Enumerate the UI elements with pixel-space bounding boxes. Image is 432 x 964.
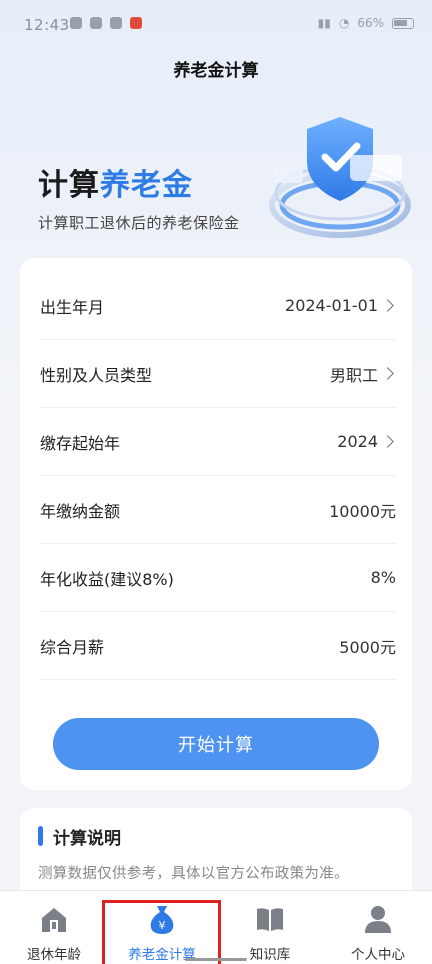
tab-label: 退休年龄 bbox=[27, 947, 81, 963]
status-right: ▮▮ ◔ 66% bbox=[318, 16, 414, 30]
book-icon bbox=[255, 903, 285, 935]
monthly-salary-field[interactable]: 5000元 bbox=[339, 634, 396, 658]
chevron-right-icon bbox=[381, 435, 394, 448]
chevron-right-icon bbox=[381, 367, 394, 380]
hero-title-prefix: 计算 bbox=[38, 168, 100, 203]
row-label: 出生年月 bbox=[40, 297, 105, 317]
section-accent-bar bbox=[38, 826, 43, 846]
start-year-row[interactable]: 缴存起始年 2024 bbox=[40, 408, 396, 476]
sync-icon bbox=[110, 17, 122, 29]
status-time: 12:43 bbox=[24, 16, 70, 34]
row-value: 男职工 bbox=[330, 362, 396, 386]
birth-date-row[interactable]: 出生年月 2024-01-01 bbox=[40, 272, 396, 340]
paw-icon bbox=[70, 17, 82, 29]
tab-label: 知识库 bbox=[249, 947, 291, 963]
pension-form-card: 出生年月 2024-01-01 性别及人员类型 男职工 缴存起始年 2024 年… bbox=[20, 258, 412, 790]
home-indicator bbox=[185, 958, 247, 961]
annual-payment-field[interactable]: 10000元 bbox=[329, 498, 396, 522]
tab-knowledge-base[interactable]: 知识库 bbox=[216, 891, 324, 964]
tab-profile[interactable]: 个人中心 bbox=[324, 891, 432, 964]
notification-icons bbox=[70, 17, 142, 29]
start-year-value: 2024 bbox=[337, 432, 378, 451]
retirement-age-icon bbox=[39, 903, 69, 935]
tab-retirement-age[interactable]: 退休年龄 bbox=[0, 891, 108, 964]
row-label: 综合月薪 bbox=[40, 637, 105, 657]
notes-title: 计算说明 bbox=[53, 829, 121, 849]
chevron-right-icon bbox=[381, 299, 394, 312]
page-title: 养老金计算 bbox=[173, 61, 259, 81]
gender-type-value: 男职工 bbox=[329, 365, 378, 385]
birth-date-value: 2024-01-01 bbox=[285, 296, 378, 315]
row-label: 年缴纳金额 bbox=[40, 501, 121, 521]
gender-type-row[interactable]: 性别及人员类型 男职工 bbox=[40, 340, 396, 408]
start-calculation-button[interactable]: 开始计算 bbox=[53, 718, 379, 770]
row-label: 年化收益(建议8%) bbox=[40, 569, 174, 589]
notes-text: 测算数据仅供参考，具体以官方公布政策为准。 bbox=[38, 866, 349, 882]
person-icon bbox=[363, 903, 393, 935]
signal-icon: ▮▮ bbox=[317, 16, 331, 30]
shield-illustration-icon bbox=[269, 117, 411, 238]
annual-return-field[interactable]: 8% bbox=[371, 568, 396, 587]
row-label: 性别及人员类型 bbox=[40, 365, 153, 385]
annual-return-row[interactable]: 年化收益(建议8%) 8% bbox=[40, 544, 396, 612]
status-bar: 12:43 ▮▮ ◔ 66% bbox=[0, 0, 432, 50]
battery-icon bbox=[392, 17, 414, 29]
row-value: 2024-01-01 bbox=[285, 296, 396, 315]
tab-label: 个人中心 bbox=[351, 947, 405, 963]
battery-percent: 66% bbox=[357, 16, 384, 30]
app-notification-icon bbox=[130, 17, 142, 29]
wifi-icon: ◔ bbox=[338, 16, 350, 30]
selection-highlight bbox=[102, 900, 221, 964]
monthly-salary-row[interactable]: 综合月薪 5000元 bbox=[40, 612, 396, 680]
hero-title: 计算养老金 bbox=[38, 160, 193, 204]
calendar-icon bbox=[90, 17, 102, 29]
hero-title-accent: 养老金 bbox=[100, 168, 193, 203]
row-label: 缴存起始年 bbox=[40, 433, 121, 453]
hero-subtitle: 计算职工退休后的养老保险金 bbox=[38, 214, 240, 232]
annual-payment-row[interactable]: 年缴纳金额 10000元 bbox=[40, 476, 396, 544]
row-value: 2024 bbox=[337, 432, 396, 451]
